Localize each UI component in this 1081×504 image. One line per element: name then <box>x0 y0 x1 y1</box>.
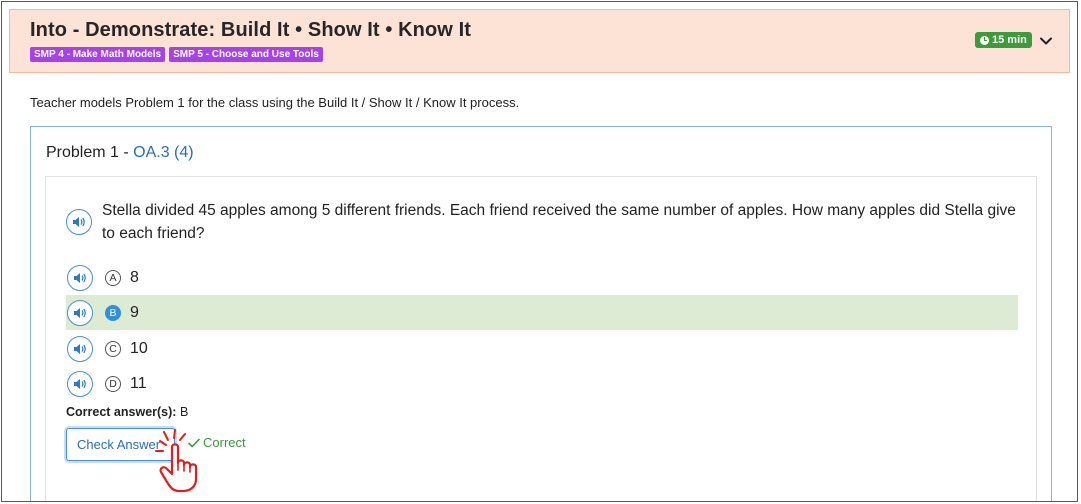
choice-a-audio-button[interactable] <box>67 264 93 291</box>
correct-answers: Correct answer(s): B <box>66 405 188 419</box>
problem-number: Problem 1 - <box>46 144 134 161</box>
intro-text: Teacher models Problem 1 for the class u… <box>30 95 520 110</box>
time-label: 15 min <box>992 34 1027 46</box>
choice-c[interactable]: C 10 <box>66 331 1018 366</box>
hand-pointer-cursor-icon <box>155 429 198 493</box>
choice-value: 10 <box>130 339 148 357</box>
choice-value: 9 <box>130 303 139 321</box>
speaker-icon <box>74 378 86 389</box>
speaker-icon <box>73 217 85 227</box>
section-title: Into - Demonstrate: Build It • Show It •… <box>30 19 472 41</box>
lesson-frame: Into - Demonstrate: Build It • Show It •… <box>1 1 1078 502</box>
correct-answers-label: Correct answer(s): <box>66 405 177 419</box>
choice-d[interactable]: D 11 <box>66 366 1018 401</box>
problem-panel: Problem 1 - OA.3 (4) Stella divided 45 a… <box>30 126 1052 501</box>
choice-d-audio-button[interactable] <box>67 370 93 397</box>
problem-title: Problem 1 - OA.3 (4) <box>46 144 194 162</box>
question-card: Stella divided 45 apples among 5 differe… <box>45 176 1037 501</box>
choice-letter: A <box>105 269 121 286</box>
choice-b-audio-button[interactable] <box>67 299 93 326</box>
section-header[interactable]: Into - Demonstrate: Build It • Show It •… <box>9 9 1070 73</box>
question-text: Stella divided 45 apples among 5 differe… <box>102 202 1016 242</box>
choice-letter-selected: B <box>105 304 121 321</box>
choice-letter: C <box>105 340 121 357</box>
tag-smp4: SMP 4 - Make Math Models <box>30 47 166 62</box>
choice-value: 11 <box>130 374 147 392</box>
clock-icon <box>980 35 989 45</box>
choice-c-audio-button[interactable] <box>67 335 93 362</box>
question-audio-button[interactable] <box>66 209 92 235</box>
chevron-down-icon[interactable] <box>1038 33 1054 49</box>
speaker-icon <box>74 272 86 283</box>
choice-value: 8 <box>130 268 139 286</box>
correct-answers-value: B <box>179 405 189 419</box>
practice-tags: SMP 4 - Make Math Models SMP 5 - Choose … <box>30 47 323 62</box>
tag-smp5: SMP 5 - Choose and Use Tools <box>169 47 323 62</box>
choice-letter: D <box>105 375 121 392</box>
time-badge: 15 min <box>975 32 1032 48</box>
standard-link[interactable]: OA.3 (4) <box>133 144 193 161</box>
speaker-icon <box>74 343 86 354</box>
choice-b[interactable]: B 9 <box>66 295 1018 330</box>
speaker-icon <box>74 307 86 318</box>
choice-a[interactable]: A 8 <box>66 260 1018 295</box>
